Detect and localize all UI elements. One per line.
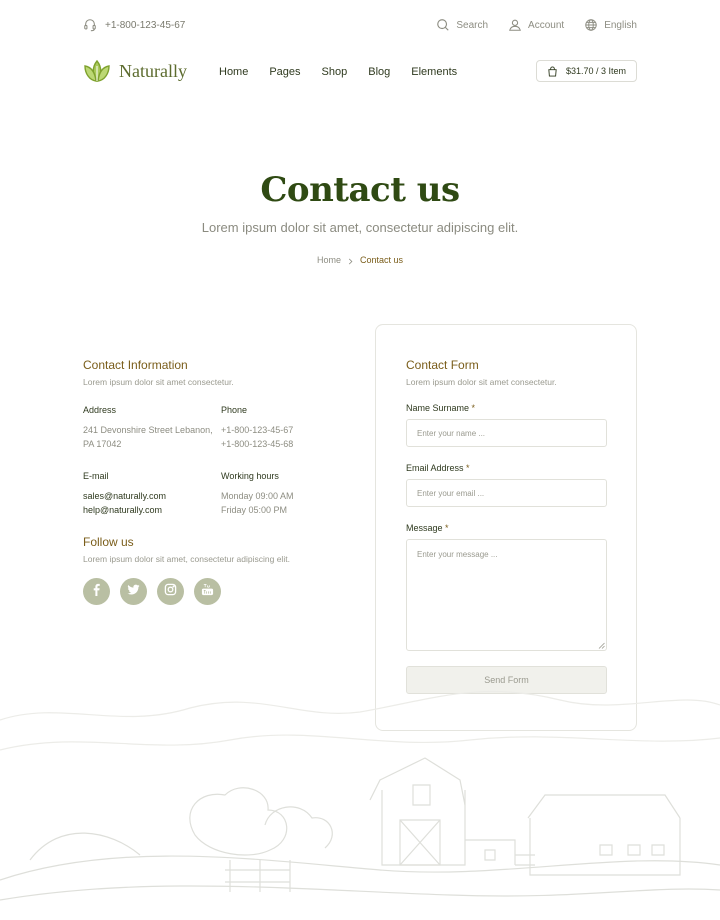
hours-line-2: Friday 05:00 PM [221, 505, 288, 515]
brand-logo[interactable]: Naturally [83, 58, 187, 84]
top-utilities: Search Account English [436, 18, 637, 32]
page-subtitle: Lorem ipsum dolor sit amet, consectetur … [201, 220, 519, 235]
headset-icon [83, 18, 97, 32]
message-field-label: Message * [406, 523, 606, 533]
social-links [83, 578, 343, 605]
leaf-logo-icon [83, 58, 111, 84]
address-line-1: 241 Devonshire Street Lebanon, [83, 425, 213, 435]
email-field-label: Email Address * [406, 463, 606, 473]
message-placeholder: Enter your message ... [417, 550, 498, 559]
nav-item-shop[interactable]: Shop [322, 66, 348, 78]
nav-item-blog[interactable]: Blog [368, 66, 390, 78]
form-title: Contact Form [406, 358, 479, 372]
search-icon [436, 18, 450, 32]
breadcrumb-current: Contact us [359, 255, 404, 265]
contact-info-subtitle: Lorem ipsum dolor sit amet consectetur. [83, 377, 234, 387]
breadcrumb: Home Contact us [0, 255, 720, 265]
follow-us: Follow us Lorem ipsum dolor sit amet, co… [83, 535, 343, 605]
cart-summary: $31.70 / 3 Item [565, 66, 626, 76]
chevron-right-icon [347, 257, 354, 264]
email-block: E-mail sales@naturally.com help@naturall… [83, 471, 221, 517]
contact-information: Contact Information Lorem ipsum dolor si… [83, 358, 343, 605]
message-textarea[interactable]: Enter your message ... [406, 539, 607, 651]
follow-subtitle: Lorem ipsum dolor sit amet, consectetur … [83, 554, 290, 564]
address-line-2: PA 17042 [83, 439, 122, 449]
contact-info-title: Contact Information [83, 358, 188, 372]
top-phone-text: +1-800-123-45-67 [105, 19, 186, 31]
facebook-icon [90, 583, 103, 601]
phone-block: Phone +1-800-123-45-67 +1-800-123-45-68 [221, 405, 343, 451]
nav-item-pages[interactable]: Pages [269, 66, 300, 78]
youtube-link[interactable] [194, 578, 221, 605]
email-label-text: Email Address [406, 463, 464, 473]
nav-item-home[interactable]: Home [219, 66, 248, 78]
name-input[interactable]: Enter your name ... [406, 419, 607, 447]
hours-label: Working hours [221, 471, 279, 481]
hours-line-1: Monday 09:00 AM [221, 491, 294, 501]
farm-landscape-illustration [0, 690, 720, 901]
youtube-icon [201, 583, 214, 601]
cart-button[interactable]: $31.70 / 3 Item [535, 60, 637, 82]
hours-block: Working hours Monday 09:00 AM Friday 05:… [221, 471, 343, 517]
top-phone[interactable]: +1-800-123-45-67 [83, 18, 185, 32]
primary-nav: Home Pages Shop Blog Elements [219, 66, 457, 78]
twitter-link[interactable] [120, 578, 147, 605]
facebook-link[interactable] [83, 578, 110, 605]
page-hero: Contact us Lorem ipsum dolor sit amet, c… [0, 170, 720, 265]
message-label-text: Message [406, 523, 443, 533]
search-link[interactable]: Search [436, 18, 488, 32]
required-mark: * [445, 523, 449, 533]
required-mark: * [471, 403, 476, 413]
search-label: Search [456, 19, 489, 31]
email-help-link[interactable]: help@naturally.com [83, 503, 221, 517]
address-label: Address [83, 405, 117, 415]
main-navbar: Naturally Home Pages Shop Blog Elements … [0, 58, 720, 88]
language-selector[interactable]: English [584, 18, 637, 32]
page-title: Contact us [260, 170, 460, 210]
email-input[interactable]: Enter your email ... [406, 479, 607, 507]
instagram-icon [164, 583, 177, 601]
nav-item-elements[interactable]: Elements [411, 66, 457, 78]
address-block: Address 241 Devonshire Street Lebanon, P… [83, 405, 221, 451]
breadcrumb-home[interactable]: Home [317, 255, 341, 265]
phone-label: Phone [221, 405, 248, 415]
form-subtitle: Lorem ipsum dolor sit amet consectetur. [406, 377, 557, 387]
email-placeholder: Enter your email ... [417, 488, 485, 498]
globe-icon [584, 18, 598, 32]
brand-name: Naturally [119, 60, 187, 81]
language-label: English [604, 19, 637, 31]
top-bar: +1-800-123-45-67 Search Account English [0, 0, 720, 54]
twitter-icon [127, 583, 140, 601]
shopping-bag-icon [547, 65, 558, 77]
phone-number-2[interactable]: +1-800-123-45-68 [221, 437, 343, 451]
account-link[interactable]: Account [508, 18, 564, 32]
name-field-label: Name Surname * [406, 403, 606, 413]
email-label: E-mail [83, 471, 109, 481]
name-placeholder: Enter your name ... [417, 428, 486, 438]
account-label: Account [528, 19, 565, 31]
user-icon [508, 18, 522, 32]
resize-handle-icon[interactable] [598, 642, 605, 649]
follow-title: Follow us [83, 535, 134, 549]
required-mark: * [466, 463, 470, 473]
contact-details-grid: Address 241 Devonshire Street Lebanon, P… [83, 405, 343, 517]
phone-number-1[interactable]: +1-800-123-45-67 [221, 423, 343, 437]
email-sales-link[interactable]: sales@naturally.com [83, 489, 221, 503]
name-label-text: Name Surname [406, 403, 470, 413]
instagram-link[interactable] [157, 578, 184, 605]
